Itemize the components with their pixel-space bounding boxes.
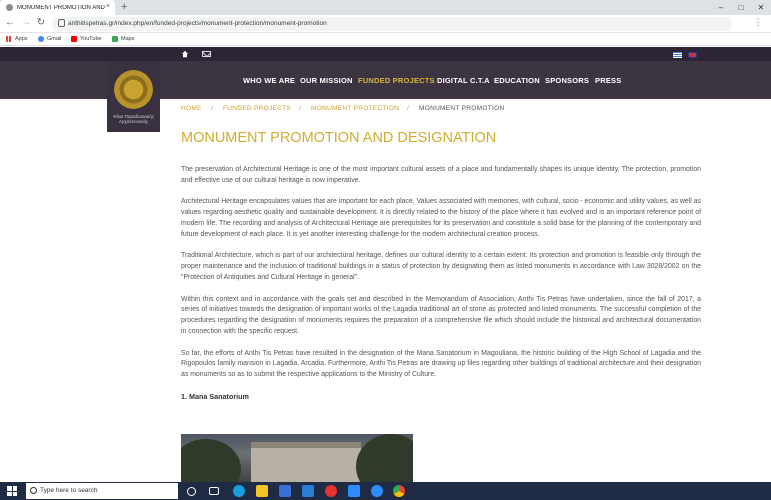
nav-our-mission[interactable]: OUR MISSION bbox=[300, 76, 353, 85]
window-close-icon[interactable]: ✕ bbox=[751, 0, 771, 15]
file-explorer-icon[interactable] bbox=[256, 485, 268, 497]
windows-start-icon[interactable] bbox=[7, 486, 17, 496]
breadcrumb-separator: / bbox=[299, 105, 302, 112]
opera-icon[interactable] bbox=[325, 485, 337, 497]
breadcrumb-monument-protection[interactable]: MONUMENT PROTECTION bbox=[311, 105, 399, 112]
bookmark-youtube[interactable]: YouTube bbox=[71, 36, 102, 42]
nav-funded-projects[interactable]: FUNDED PROJECTS bbox=[358, 76, 435, 85]
bookmark-maps[interactable]: Maps bbox=[112, 36, 134, 42]
greek-flag-icon[interactable] bbox=[673, 52, 682, 58]
zoom-icon[interactable] bbox=[348, 485, 360, 497]
mail-app-icon[interactable] bbox=[302, 485, 314, 497]
paragraph: Within this context and in accordance wi… bbox=[181, 295, 701, 335]
apps-grid-icon bbox=[6, 36, 12, 42]
chrome-icon[interactable] bbox=[393, 485, 405, 497]
browser-tab-strip: MONUMENT PROMOTION AND × + – □ ✕ bbox=[0, 0, 771, 15]
section-heading: 1. Mana Sanatorium bbox=[181, 391, 249, 401]
maximize-icon[interactable]: □ bbox=[731, 0, 751, 15]
english-flag-icon[interactable] bbox=[688, 52, 697, 58]
logo-text: Φίλοι Παραδοσιακής Αρχιτεκτονικής bbox=[113, 114, 154, 124]
forward-icon[interactable]: → bbox=[19, 17, 33, 28]
lock-icon bbox=[58, 19, 65, 27]
nav-sponsors[interactable]: SPONSORS bbox=[545, 76, 589, 85]
mana-sanatorium-photo bbox=[181, 434, 413, 484]
bookmark-apps[interactable]: Apps bbox=[6, 36, 28, 42]
task-view-icon[interactable] bbox=[209, 487, 219, 495]
browser-tab[interactable]: MONUMENT PROMOTION AND × bbox=[0, 0, 115, 15]
youtube-icon bbox=[71, 36, 77, 42]
breadcrumb-separator: / bbox=[407, 105, 410, 112]
logo-emblem-icon bbox=[114, 70, 153, 109]
breadcrumb-current: MONUMENT PROMOTION bbox=[419, 105, 505, 112]
paragraph: Architectural Heritage encapsulates valu… bbox=[181, 198, 701, 238]
page-title: MONUMENT PROMOTION AND DESIGNATION bbox=[181, 130, 497, 146]
google-icon bbox=[38, 36, 44, 42]
home-icon[interactable] bbox=[181, 50, 189, 58]
tab-close-icon[interactable]: × bbox=[106, 3, 110, 10]
edge-icon[interactable] bbox=[233, 485, 245, 497]
paragraph: So far, the efforts of Anthi Tis Petras … bbox=[181, 349, 701, 379]
paragraph: Traditional Architecture, which is part … bbox=[181, 252, 701, 281]
maps-icon bbox=[112, 36, 118, 42]
taskbar: Type here to search bbox=[0, 482, 771, 500]
zoom-meetings-icon[interactable] bbox=[371, 485, 383, 497]
url-field[interactable]: anthitispetras.gr/index.php/en/funded-pr… bbox=[52, 17, 732, 31]
nav-press[interactable]: PRESS bbox=[595, 76, 621, 85]
breadcrumb-home[interactable]: HOME bbox=[181, 105, 202, 112]
nav-who-we-are[interactable]: WHO WE ARE bbox=[243, 76, 295, 85]
breadcrumb-funded-projects[interactable]: FUNDED PROJECTS bbox=[223, 105, 291, 112]
minimize-icon[interactable]: – bbox=[711, 0, 731, 15]
reload-icon[interactable]: ↻ bbox=[34, 17, 48, 28]
site-top-bar bbox=[0, 47, 771, 61]
bookmarks-bar: Apps Gmail YouTube Maps bbox=[0, 33, 771, 46]
mail-icon[interactable] bbox=[202, 51, 211, 57]
nav-education[interactable]: EDUCATION bbox=[494, 76, 540, 85]
cortana-icon[interactable] bbox=[187, 487, 196, 496]
favicon-icon bbox=[6, 4, 13, 11]
menu-dots-icon[interactable]: ⋮ bbox=[751, 17, 765, 28]
bookmark-gmail[interactable]: Gmail bbox=[38, 36, 61, 42]
paragraph: The preservation of Architectural Herita… bbox=[181, 166, 701, 184]
taskbar-search-input[interactable]: Type here to search bbox=[26, 483, 178, 499]
nav-digital-cta[interactable]: DIGITAL C.T.A bbox=[437, 76, 490, 85]
breadcrumb-separator: / bbox=[211, 105, 214, 112]
address-bar: ← → ↻ anthitispetras.gr/index.php/en/fun… bbox=[0, 15, 771, 33]
store-icon[interactable] bbox=[279, 485, 291, 497]
article-body: The preservation of Architectural Herita… bbox=[181, 165, 701, 403]
tab-title: MONUMENT PROMOTION AND bbox=[17, 4, 105, 11]
new-tab-button[interactable]: + bbox=[121, 1, 127, 13]
site-logo[interactable]: Φίλοι Παραδοσιακής Αρχιτεκτονικής bbox=[107, 61, 160, 132]
back-icon[interactable]: ← bbox=[3, 17, 17, 28]
